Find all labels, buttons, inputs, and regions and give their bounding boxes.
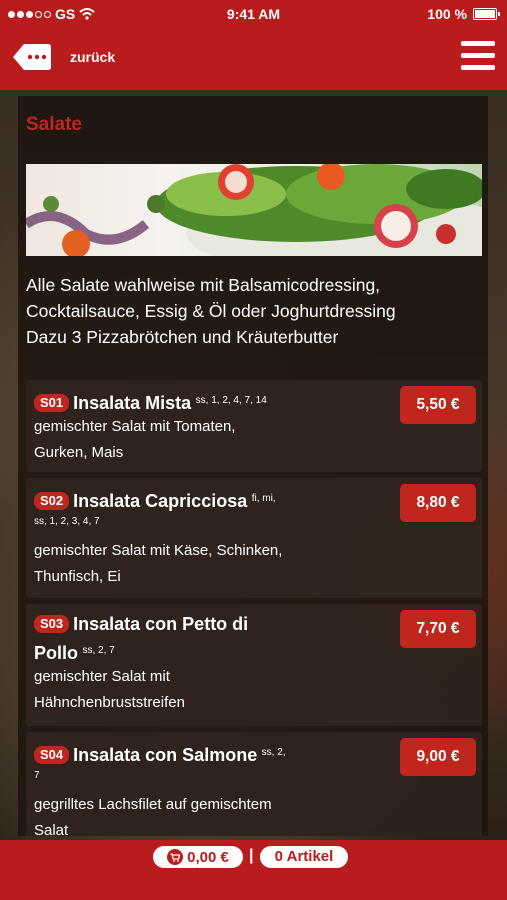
- battery-area: 100 %: [427, 6, 500, 22]
- item-allergens-cont: 7: [34, 770, 40, 781]
- cart-total: 0,00 €: [187, 848, 229, 866]
- item-code-badge: S01: [34, 394, 70, 412]
- desc-line: gemischter Salat mit: [34, 668, 170, 685]
- add-to-cart-price-button[interactable]: 9,00 €: [400, 738, 476, 776]
- item-title: S01 Insalata Mista ss, 1, 2, 4, 7, 14: [34, 388, 386, 417]
- salad-banner-image: [26, 164, 482, 256]
- item-name-cont: Pollo: [34, 643, 78, 663]
- item-name: Insalata Capricciosa: [73, 491, 248, 511]
- item-allergens: ss, 2, 7: [82, 645, 115, 656]
- item-name: Insalata Mista: [73, 393, 192, 413]
- desc-line: gemischter Salat mit Tomaten,: [34, 418, 236, 435]
- desc-line: Hähnchenbruststreifen: [34, 694, 185, 711]
- item-allergens: ss, 2,: [261, 747, 286, 758]
- menu-item-s02[interactable]: S02 Insalata Capricciosa fi, mi, ss, 1, 2…: [26, 478, 482, 598]
- back-tag-icon: [13, 44, 51, 70]
- item-code-badge: S04: [34, 746, 70, 764]
- desc-line: gemischter Salat mit Käse, Schinken,: [34, 542, 283, 559]
- intro-line: Alle Salate wahlweise mit Balsamicodress…: [26, 275, 381, 295]
- battery-percent: 100 %: [427, 6, 467, 22]
- desc-line: Gurken, Mais: [34, 444, 124, 461]
- menu-item-s04[interactable]: S04 Insalata con Salmone ss, 2, 7 gegrill…: [26, 732, 482, 836]
- menu-item-s03[interactable]: S03 Insalata con Petto di Pollo ss, 2, 7 …: [26, 604, 482, 726]
- section-title: Salate: [26, 114, 82, 135]
- cart-articles-button[interactable]: 0 Artikel: [260, 846, 348, 868]
- back-button[interactable]: zurück: [12, 42, 115, 72]
- item-code-badge: S02: [34, 492, 70, 510]
- desc-line: gegrilltes Lachsfilet auf gemischtem: [34, 796, 272, 813]
- item-description: gemischter Salat mit Käse, Schinken, Thu…: [34, 538, 374, 590]
- menu-item-s01[interactable]: S01 Insalata Mista ss, 1, 2, 4, 7, 14 gem…: [26, 380, 482, 472]
- item-allergens-cont: ss, 1, 2, 3, 4, 7: [34, 516, 100, 527]
- add-to-cart-price-button[interactable]: 5,50 €: [400, 386, 476, 424]
- menu-icon[interactable]: [461, 41, 495, 71]
- item-title: S03 Insalata con Petto di Pollo ss, 2, 7: [34, 612, 386, 667]
- add-to-cart-price-button[interactable]: 8,80 €: [400, 484, 476, 522]
- desc-line: Thunfisch, Ei: [34, 568, 121, 585]
- status-bar: GS 9:41 AM 100 %: [0, 0, 507, 28]
- back-label: zurück: [70, 49, 116, 65]
- item-description: gemischter Salat mit Hähnchenbruststreif…: [34, 664, 374, 716]
- nav-bar: zurück: [0, 28, 507, 90]
- intro-line: Cocktailsauce, Essig & Öl oder Joghurtdr…: [26, 301, 396, 321]
- desc-line: Salat: [34, 822, 69, 836]
- cart-bar: 0,00 € | 0 Artikel: [0, 840, 507, 900]
- intro-line: Dazu 3 Pizzabrötchen und Kräuterbutter: [26, 327, 339, 347]
- cart-icon: [167, 849, 184, 865]
- item-title: S04 Insalata con Salmone ss, 2, 7: [34, 740, 386, 783]
- section-intro: Alle Salate wahlweise mit Balsamicodress…: [26, 272, 482, 350]
- item-name: Insalata con Salmone: [73, 745, 258, 765]
- item-description: gegrilltes Lachsfilet auf gemischtem Sal…: [34, 792, 374, 836]
- cart-separator: |: [249, 847, 254, 864]
- menu-panel: Salate Alle Salate wahlweise mit Balsami…: [18, 96, 488, 836]
- item-code-badge: S03: [34, 615, 70, 633]
- item-allergens: ss, 1, 2, 4, 7, 14: [195, 395, 267, 406]
- item-title: S02 Insalata Capricciosa fi, mi, ss, 1, 2…: [34, 486, 386, 529]
- item-allergens: fi, mi,: [251, 493, 276, 504]
- add-to-cart-price-button[interactable]: 7,70 €: [400, 610, 476, 648]
- cart-total-button[interactable]: 0,00 €: [153, 846, 243, 868]
- battery-icon: [473, 8, 500, 20]
- item-name: Insalata con Petto di: [73, 614, 249, 634]
- item-description: gemischter Salat mit Tomaten, Gurken, Ma…: [34, 414, 374, 466]
